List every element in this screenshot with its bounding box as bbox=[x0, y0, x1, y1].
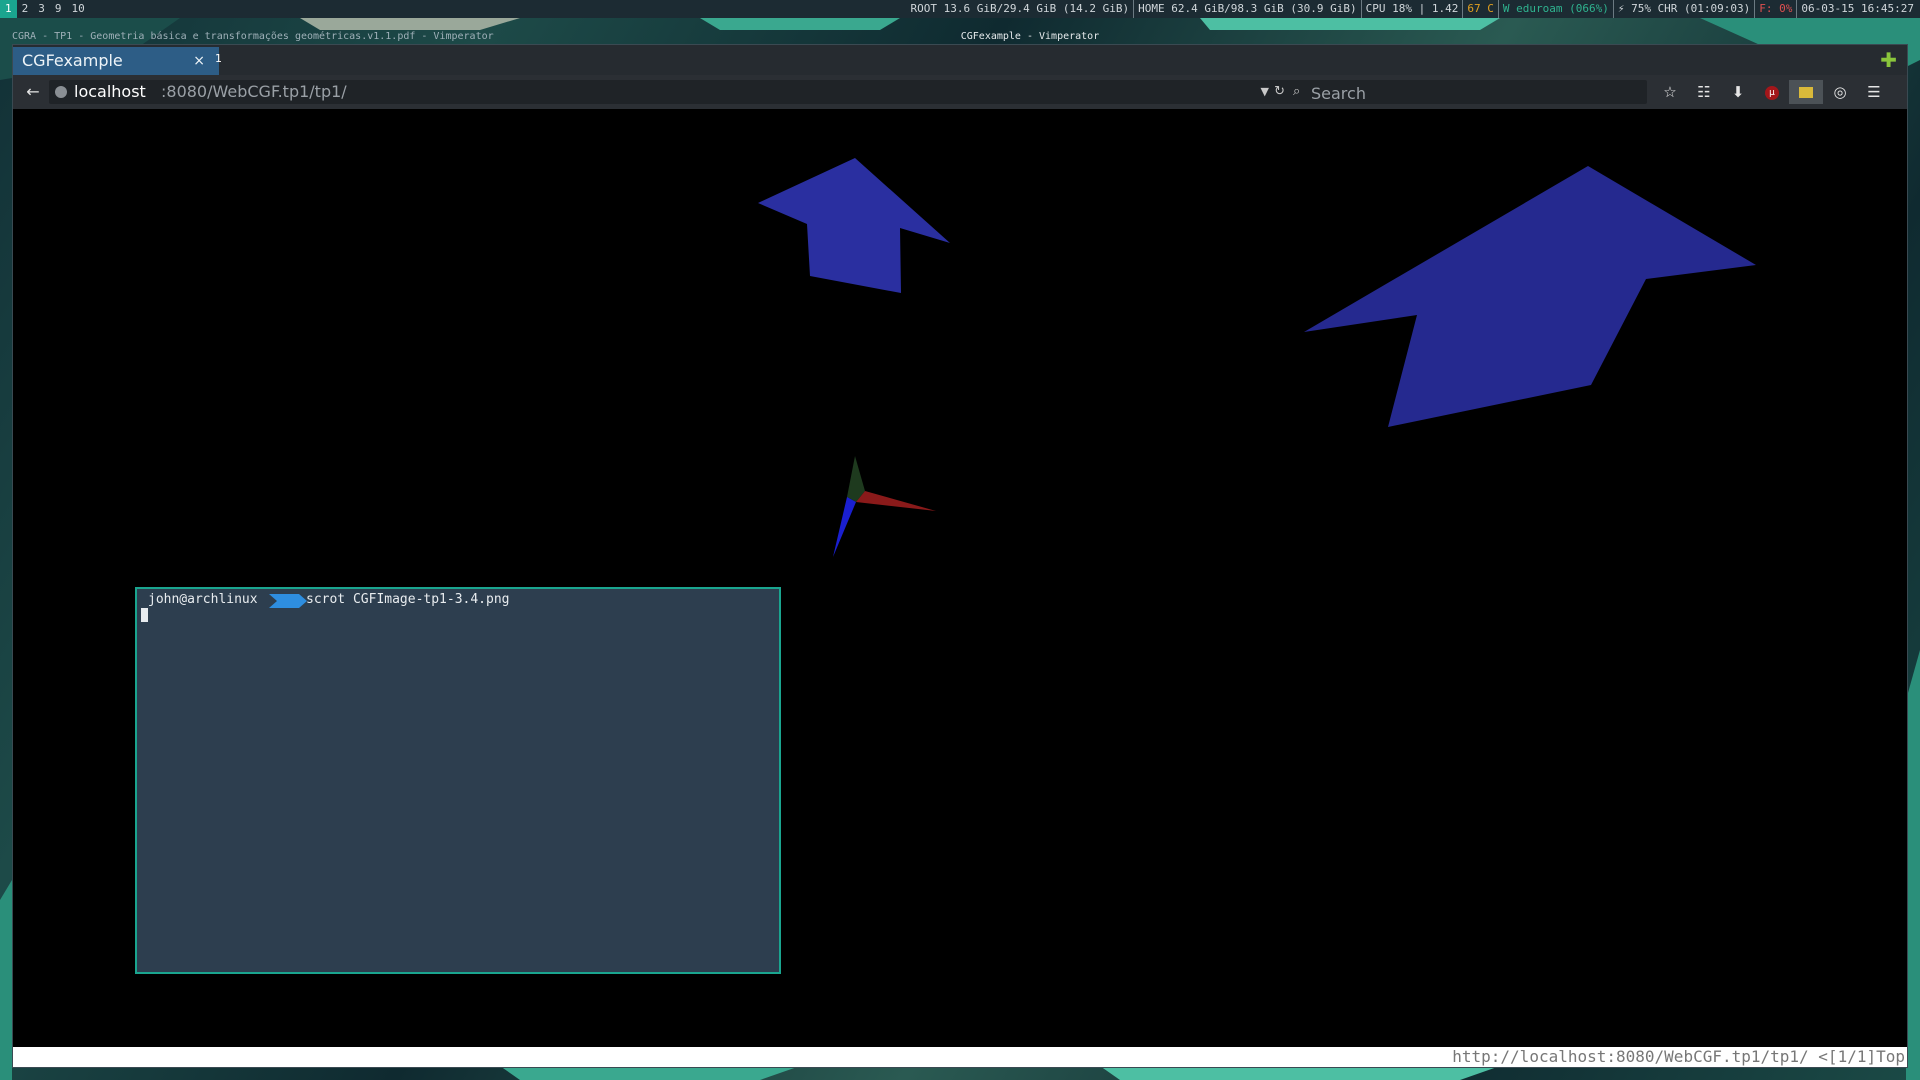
wallpaper-facet bbox=[1906, 650, 1920, 1080]
clock: 06-03-15 16:45:27 bbox=[1796, 0, 1918, 18]
tab-cgfexample[interactable]: CGFexample × 1 bbox=[13, 47, 222, 75]
url-bar[interactable]: localhost :8080/WebCGF.tp1/tp1/ ▼ ↻ bbox=[49, 80, 1289, 104]
ublock-icon[interactable]: μ bbox=[1755, 80, 1789, 104]
new-tab-icon[interactable]: ✚ bbox=[1880, 47, 1897, 73]
wallpaper-facet bbox=[700, 18, 900, 30]
reload-icon[interactable]: ↻ bbox=[1274, 80, 1285, 104]
webgl-canvas[interactable]: john@archlinux scrot CGFImage-tp1-3.4.pn… bbox=[13, 109, 1907, 1047]
temperature: 67 C bbox=[1462, 0, 1498, 18]
back-arrow-icon[interactable]: ← bbox=[23, 82, 43, 102]
globe-icon bbox=[55, 86, 67, 98]
status-url: http://localhost:8080/WebCGF.tp1/tp1/ <[… bbox=[1452, 1047, 1905, 1066]
status-line: http://localhost:8080/WebCGF.tp1/tp1/ <[… bbox=[13, 1047, 1907, 1067]
window-titles: CGRA - TP1 - Geometria básica e transfor… bbox=[0, 30, 1920, 43]
wifi-status: W eduroam (066%) bbox=[1497, 0, 1613, 18]
navigation-bar: ← localhost :8080/WebCGF.tp1/tp1/ ▼ ↻ ⌕ … bbox=[13, 75, 1907, 109]
arrow-shape-small bbox=[758, 158, 950, 293]
search-input[interactable] bbox=[1309, 82, 1633, 104]
top-status-bar: 1 2 3 9 10 ROOT 13.6 GiB/29.4 GiB (14.2 … bbox=[0, 0, 1920, 18]
url-host: localhost bbox=[74, 82, 146, 101]
wallpaper-facet bbox=[1200, 18, 1500, 30]
terminal-command: scrot CGFImage-tp1-3.4.png bbox=[306, 592, 510, 607]
focused-window-title: CGFexample - Vimperator bbox=[960, 31, 1100, 42]
wallpaper-facet bbox=[500, 1066, 800, 1080]
terminal-window[interactable]: john@archlinux scrot CGFImage-tp1-3.4.pn… bbox=[135, 587, 781, 974]
search-icon: ⌕ bbox=[1293, 84, 1301, 99]
prompt-arrow-icon bbox=[269, 594, 307, 608]
terminal-prompt-user: john@archlinux bbox=[148, 592, 258, 607]
battery-status: ⚡ 75% CHR (01:09:03) bbox=[1612, 0, 1754, 18]
privacy-icon[interactable]: ◎ bbox=[1823, 80, 1857, 104]
workspace-9[interactable]: 9 bbox=[50, 0, 67, 18]
home-disk-usage: HOME 62.4 GiB/98.3 GiB (30.9 GiB) bbox=[1133, 0, 1361, 18]
wallpaper-facet bbox=[300, 18, 520, 30]
close-tab-icon[interactable]: × bbox=[193, 47, 205, 75]
clipboard-icon[interactable]: ☷ bbox=[1687, 80, 1721, 104]
browser-window: CGFexample × 1 ✚ ← localhost :8080/WebCG… bbox=[12, 44, 1908, 1068]
fan-status: F: 0% bbox=[1754, 0, 1796, 18]
system-status: ROOT 13.6 GiB/29.4 GiB (14.2 GiB) HOME 6… bbox=[907, 0, 1918, 18]
root-disk-usage: ROOT 13.6 GiB/29.4 GiB (14.2 GiB) bbox=[910, 2, 1130, 15]
workspace-list: 1 2 3 9 10 bbox=[0, 0, 90, 18]
url-path: :8080/WebCGF.tp1/tp1/ bbox=[161, 82, 347, 101]
terminal-cursor bbox=[141, 608, 148, 622]
notes-icon[interactable] bbox=[1789, 80, 1823, 104]
tab-number: 1 bbox=[215, 52, 222, 65]
wallpaper-facet bbox=[0, 880, 12, 1080]
workspace-3[interactable]: 3 bbox=[33, 0, 50, 18]
star-icon[interactable]: ☆ bbox=[1653, 80, 1687, 104]
arrow-shape-large bbox=[1304, 166, 1756, 427]
workspace-2[interactable]: 2 bbox=[17, 0, 34, 18]
axis-z-marker bbox=[833, 497, 856, 557]
search-bar[interactable]: ⌕ bbox=[1287, 80, 1647, 104]
axis-x-marker bbox=[856, 491, 936, 511]
menu-icon[interactable]: ☰ bbox=[1857, 80, 1891, 104]
tab-strip: CGFexample × 1 ✚ bbox=[13, 45, 1907, 75]
wallpaper-facet bbox=[1100, 1066, 1500, 1080]
workspace-1[interactable]: 1 bbox=[0, 0, 17, 18]
cpu-usage: CPU 18% | 1.42 bbox=[1360, 0, 1463, 18]
workspace-10[interactable]: 10 bbox=[67, 0, 90, 18]
download-icon[interactable]: ⬇ bbox=[1721, 80, 1755, 104]
tab-title: CGFexample bbox=[22, 51, 123, 70]
toolbar-icons: ☆ ☷ ⬇ μ ◎ ☰ bbox=[1653, 80, 1891, 104]
chevron-down-icon[interactable]: ▼ bbox=[1261, 80, 1269, 104]
